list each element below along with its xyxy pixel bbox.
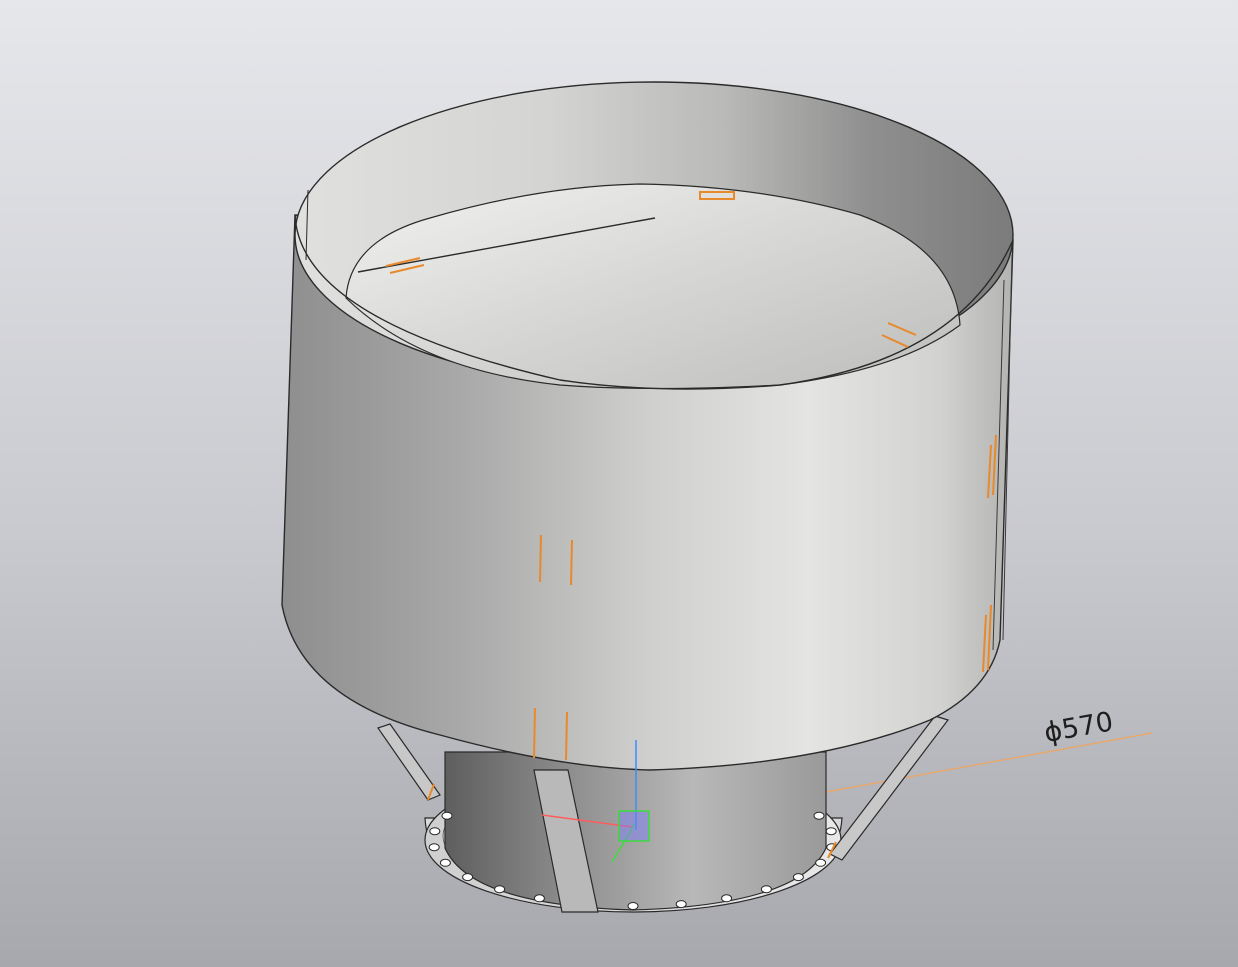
flange-bolt-hole: [441, 811, 453, 820]
flange-bolt-hole: [825, 827, 837, 836]
flange-bolt-hole: [721, 894, 733, 903]
flange-bolt-hole: [675, 900, 687, 909]
flange-bolt-hole: [760, 885, 772, 894]
flange-bolt-hole: [815, 858, 827, 867]
diameter-dimension-label: ϕ570: [1042, 706, 1116, 749]
dimension-leader-line: [825, 732, 1153, 793]
flange-bolt-hole: [813, 811, 825, 820]
flange-bolt-hole: [439, 858, 451, 867]
support-strut-left[interactable]: [377, 723, 441, 801]
triad-origin-box: [618, 810, 650, 842]
3d-viewport[interactable]: ϕ570: [0, 0, 1238, 967]
flange-bolt-hole: [428, 843, 440, 852]
flange-bolt-hole: [429, 827, 441, 836]
model-canvas[interactable]: ϕ570: [0, 0, 1238, 967]
flange-bolt-hole: [792, 873, 804, 882]
flange-bolt-hole: [462, 873, 474, 882]
flange-bolt-hole: [627, 902, 639, 910]
flange-bolt-hole: [533, 894, 545, 903]
flange-bolt-hole: [494, 885, 506, 894]
